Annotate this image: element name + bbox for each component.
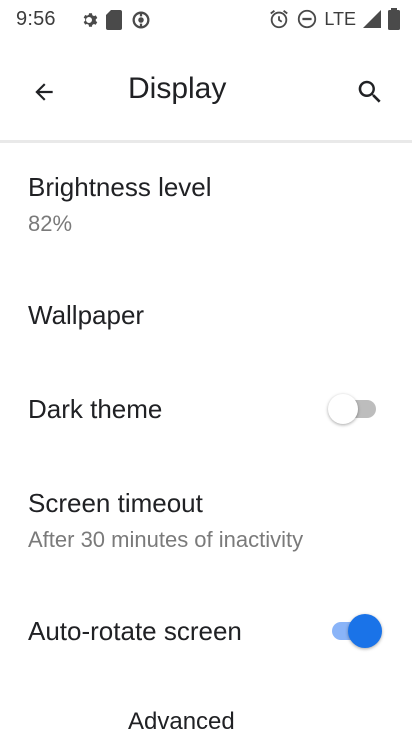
dark-theme-toggle[interactable] xyxy=(328,390,384,426)
alarm-icon xyxy=(268,8,290,30)
page-title: Display xyxy=(128,72,227,105)
battery-icon xyxy=(388,8,400,30)
status-time: 9:56 xyxy=(16,8,56,30)
screen-timeout-title: Screen timeout xyxy=(28,488,203,518)
search-icon xyxy=(355,77,385,107)
auto-rotate-toggle[interactable] xyxy=(328,612,384,648)
screen-timeout-item[interactable]: Screen timeout After 30 minutes of inact… xyxy=(28,488,398,553)
screen-timeout-value: After 30 minutes of inactivity xyxy=(28,527,304,552)
do-not-disturb-icon xyxy=(296,8,318,30)
sync-icon xyxy=(130,9,152,31)
app-bar-divider xyxy=(0,140,412,143)
app-bar: Display xyxy=(0,54,412,130)
search-button[interactable] xyxy=(350,72,390,112)
status-bar: 9:56 LTE xyxy=(0,0,412,44)
back-arrow-icon xyxy=(31,79,57,105)
network-type: LTE xyxy=(324,8,356,29)
dark-theme-toggle-thumb xyxy=(328,394,358,424)
brightness-level-title: Brightness level xyxy=(28,172,212,202)
auto-rotate-toggle-thumb xyxy=(348,614,382,648)
wallpaper-title: Wallpaper xyxy=(28,300,145,330)
brightness-level-value: 82% xyxy=(28,211,73,236)
back-button[interactable] xyxy=(24,72,64,112)
brightness-level-item[interactable]: Brightness level 82% xyxy=(28,172,388,237)
wallpaper-item[interactable]: Wallpaper xyxy=(28,300,388,331)
signal-icon xyxy=(362,9,382,29)
sd-card-icon xyxy=(106,10,122,30)
settings-icon xyxy=(80,11,98,29)
